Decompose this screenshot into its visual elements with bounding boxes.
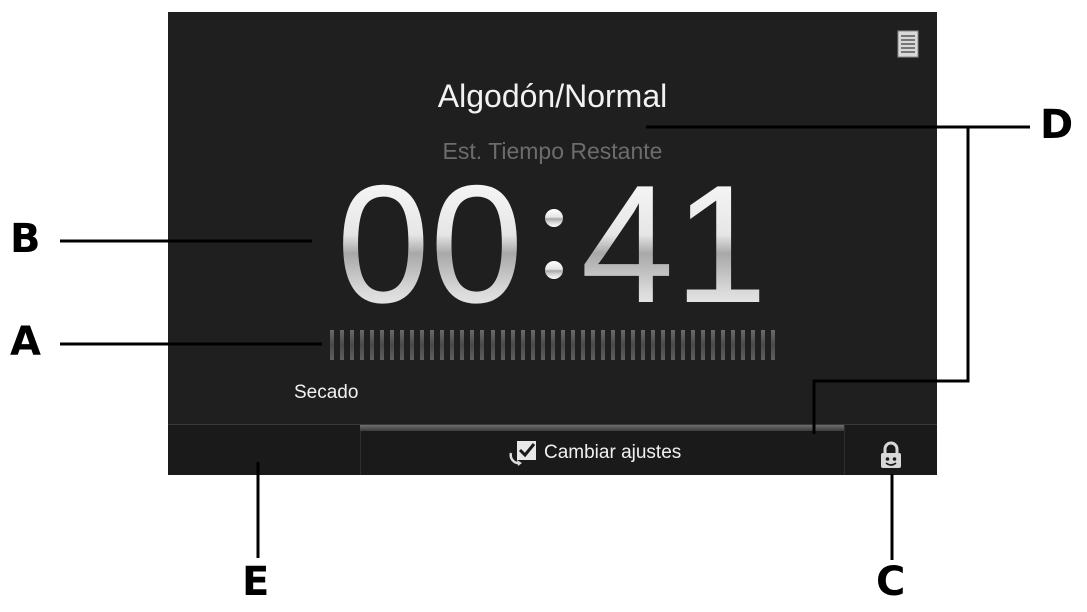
progress-segment — [640, 330, 645, 360]
progress-segment — [590, 330, 595, 360]
progress-segment — [771, 330, 776, 360]
progress-segment — [661, 330, 666, 360]
progress-segment — [651, 330, 655, 360]
progress-segment — [701, 330, 706, 360]
progress-segment — [620, 330, 625, 360]
progress-segment — [410, 330, 415, 360]
progress-segment — [440, 330, 445, 360]
cycle-phase-label: Secado — [294, 382, 359, 403]
callout-label-a: A — [10, 319, 41, 365]
estimated-time-label: Est. Tiempo Restante — [442, 138, 663, 164]
remaining-time-display: 00 41 — [337, 162, 768, 322]
progress-segment — [630, 330, 635, 360]
time-hours: 00 — [337, 162, 524, 322]
callout-label-e: E — [242, 559, 270, 605]
progress-segment — [380, 330, 385, 360]
bottom-control-bar: Cambiar ajustes — [168, 424, 937, 475]
progress-segment — [500, 330, 505, 360]
progress-segment — [681, 330, 686, 360]
time-colon-top — [545, 209, 563, 227]
progress-segment — [510, 330, 515, 360]
progress-segment — [751, 330, 756, 360]
progress-segment — [580, 330, 585, 360]
progress-segment — [450, 330, 455, 360]
change-settings-button[interactable]: Cambiar ajustes — [508, 439, 681, 467]
bottom-bar-highlight — [360, 425, 844, 431]
progress-segment — [400, 330, 405, 360]
child-lock-icon[interactable] — [878, 441, 904, 469]
progress-segment — [430, 330, 435, 360]
progress-segment — [540, 330, 545, 360]
check-settings-icon — [509, 441, 536, 466]
progress-segment — [370, 330, 375, 360]
progress-segment — [470, 330, 475, 360]
time-colon-bottom — [545, 261, 563, 279]
callout-label-d: D — [1040, 102, 1074, 148]
progress-segment — [691, 330, 696, 360]
cycle-name: Algodón/Normal — [437, 78, 668, 114]
progress-segment — [360, 330, 365, 360]
progress-segment — [390, 330, 395, 360]
progress-segment — [460, 330, 465, 360]
progress-segment — [350, 330, 355, 360]
dryer-display-screen: Algodón/Normal Est. Tiempo Restante 00 4… — [168, 12, 937, 475]
progress-segment — [761, 330, 766, 360]
progress-segment — [721, 330, 726, 360]
progress-segment — [520, 330, 525, 360]
progress-segment — [610, 330, 615, 360]
progress-segment — [560, 330, 565, 360]
progress-segment — [530, 330, 535, 360]
progress-segment — [731, 330, 736, 360]
progress-segment — [600, 330, 605, 360]
progress-segment — [741, 330, 746, 360]
progress-segment — [570, 330, 575, 360]
change-settings-label: Cambiar ajustes — [544, 442, 682, 463]
progress-segment — [490, 330, 495, 360]
time-minutes: 41 — [581, 162, 768, 322]
progress-segment — [550, 330, 555, 360]
list-icon[interactable] — [897, 30, 919, 58]
callout-label-c: C — [876, 559, 906, 605]
bottom-bar-left-area[interactable] — [168, 425, 361, 475]
progress-segment — [340, 330, 345, 360]
cycle-progress-bar — [330, 330, 776, 360]
callout-label-b: B — [10, 216, 41, 262]
progress-segment — [480, 330, 485, 360]
progress-segment — [420, 330, 425, 360]
progress-segment — [711, 330, 716, 360]
progress-segment — [330, 330, 334, 360]
progress-segment — [671, 330, 676, 360]
